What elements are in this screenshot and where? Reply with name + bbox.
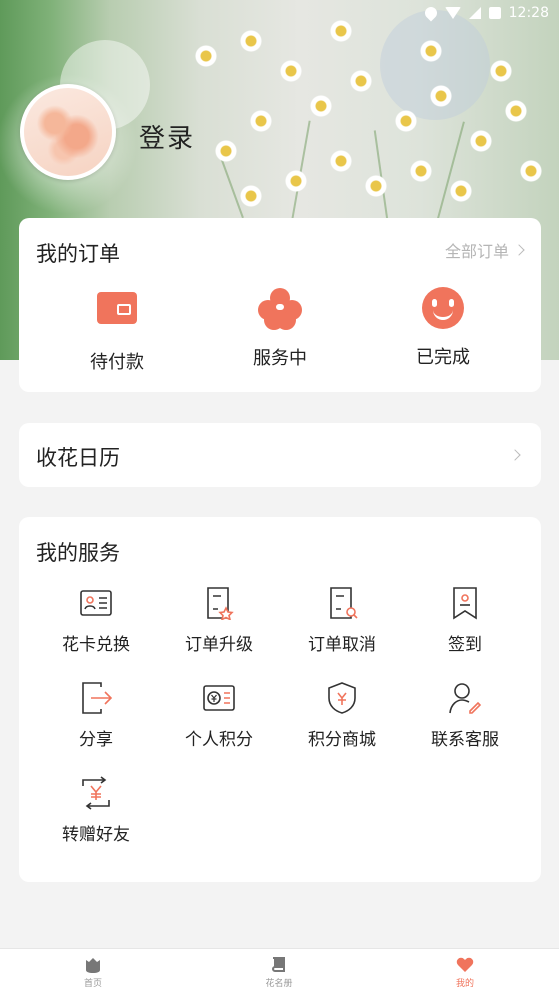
all-orders-label: 全部订单 — [444, 242, 509, 261]
tab-label: 我的 — [455, 979, 474, 989]
service-label: 转赠好友 — [62, 825, 130, 845]
order-pending-payment[interactable]: 待付款 — [57, 286, 177, 374]
service-check-in[interactable]: 签到 — [405, 586, 525, 655]
smile-icon — [421, 287, 465, 331]
service-label: 订单升级 — [185, 635, 253, 655]
calendar-row[interactable]: 收花日历 — [19, 423, 541, 487]
tab-home[interactable]: 首页 — [43, 957, 143, 989]
service-order-upgrade[interactable]: 订单升级 — [159, 586, 279, 655]
points-icon — [202, 681, 236, 715]
tab-label: 首页 — [83, 979, 102, 989]
book-icon — [270, 957, 288, 973]
order-upgrade-icon — [202, 586, 236, 621]
order-item-label: 待付款 — [90, 352, 144, 373]
tab-flower-roster[interactable]: 花名册 — [229, 957, 329, 989]
heart-icon — [456, 957, 474, 973]
home-icon — [84, 957, 102, 973]
all-orders-link[interactable]: 全部订单 — [444, 238, 525, 262]
location-icon — [422, 4, 440, 22]
service-label: 分享 — [79, 730, 113, 750]
service-share[interactable]: 分享 — [36, 681, 156, 750]
order-cancel-icon — [325, 586, 359, 620]
service-personal-points[interactable]: 个人积分 — [159, 681, 279, 750]
avatar[interactable] — [20, 84, 116, 180]
chevron-right-icon — [513, 244, 525, 256]
status-time: 12:28 — [508, 5, 549, 21]
card-icon — [79, 586, 113, 620]
service-points-mall[interactable]: 积分商城 — [282, 681, 402, 750]
service-label: 联系客服 — [431, 730, 499, 750]
status-bar: 12:28 — [359, 0, 559, 26]
services-card: 我的服务 花卡兑换 订单升级 订单取消 签到 分享 个人积分 积分商城 联系客服… — [19, 517, 541, 882]
order-item-label: 服务中 — [253, 348, 307, 369]
service-gift-to-friend[interactable]: 转赠好友 — [36, 776, 156, 845]
wallet-icon — [95, 292, 139, 336]
shield-yen-icon — [325, 681, 359, 715]
tab-mine[interactable]: 我的 — [415, 957, 515, 989]
service-label: 个人积分 — [185, 730, 253, 750]
service-label: 订单取消 — [308, 635, 376, 655]
service-label: 积分商城 — [308, 730, 376, 750]
tab-label: 花名册 — [265, 979, 293, 989]
flower-icon — [258, 288, 302, 332]
orders-card: 我的订单 全部订单 待付款 服务中 已完成 — [19, 218, 541, 392]
service-label: 签到 — [448, 635, 482, 655]
signal-icon — [468, 7, 481, 19]
bottom-tab-bar: 首页 花名册 我的 — [0, 948, 559, 997]
bookmark-icon — [448, 586, 482, 620]
service-order-cancel[interactable]: 订单取消 — [282, 586, 402, 655]
login-link[interactable]: 登录 — [139, 118, 195, 155]
services-title: 我的服务 — [36, 541, 120, 565]
battery-icon — [488, 7, 501, 19]
customer-service-icon — [448, 681, 482, 715]
service-label: 花卡兑换 — [62, 635, 130, 655]
service-flower-card-redeem[interactable]: 花卡兑换 — [36, 586, 156, 655]
order-item-label: 已完成 — [416, 347, 470, 368]
chevron-right-icon — [509, 449, 521, 461]
order-in-service[interactable]: 服务中 — [220, 286, 340, 370]
service-contact-support[interactable]: 联系客服 — [405, 681, 525, 750]
wifi-icon — [444, 7, 461, 19]
orders-title: 我的订单 — [36, 242, 120, 266]
share-icon — [79, 681, 113, 715]
calendar-title: 收花日历 — [36, 446, 120, 470]
order-completed[interactable]: 已完成 — [383, 286, 503, 369]
transfer-icon — [79, 776, 113, 810]
